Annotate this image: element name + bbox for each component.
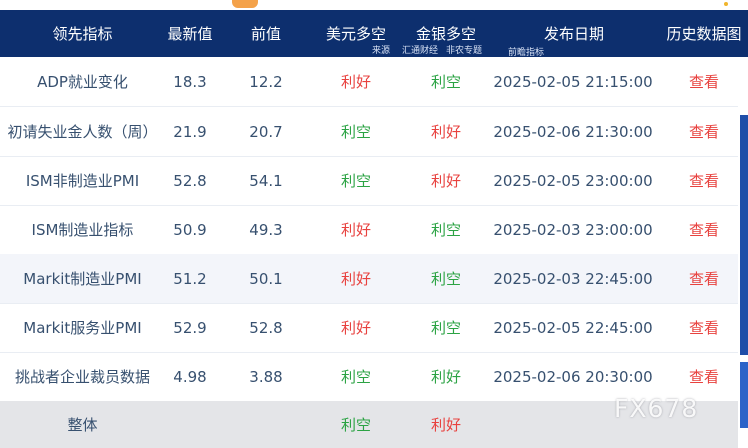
latest-value: 18.3 [173,72,207,91]
gold-bias: 利好 [430,368,461,386]
header-indicator: 领先指标 [52,25,113,43]
view-history-link[interactable]: 查看 [660,156,748,205]
gold-bias: 利空 [430,319,461,337]
side-decoration [738,57,748,448]
usd-bias: 利好 [340,319,371,337]
view-history-link[interactable]: 查看 [660,205,748,254]
previous-value: 12.2 [249,72,283,91]
source-label: 来源 [372,46,391,56]
decorative-mark [232,0,258,8]
usd-bias: 利空 [340,172,371,190]
view-history-link[interactable]: 查看 [660,303,748,352]
summary-label: 整体 [67,416,98,434]
release-date: 2025-02-03 22:45:00 [493,269,653,288]
header-latest: 最新值 [167,25,213,43]
header-history-chart: 历史数据图 [666,25,742,43]
table-row: Markit制造业PMI 51.2 50.1 利好 利空 2025-02-03 … [0,254,738,304]
indicator-name: ADP就业变化 [37,73,128,91]
usd-bias: 利好 [340,270,371,288]
release-date: 2025-02-05 22:45:00 [493,318,653,337]
indicator-name: ISM制造业指标 [31,221,134,239]
latest-value: 51.2 [173,269,207,288]
view-history-link[interactable]: 查看 [660,107,748,156]
decorative-dot [724,2,728,6]
gold-bias: 利好 [430,172,461,190]
usd-bias: 利空 [340,123,371,141]
indicator-name: Markit服务业PMI [23,319,142,337]
summary-gold-bias: 利好 [430,416,461,434]
source-link-feinong[interactable]: 非农专题 [446,43,482,56]
indicator-name: 挑战者企业裁员数据 [14,368,150,386]
usd-bias: 利好 [340,221,371,239]
watermark: FX678 [614,394,699,423]
usd-bias: 利空 [340,368,371,386]
previous-value: 54.1 [249,171,283,190]
decorative-bar [740,115,748,355]
previous-value: 20.7 [249,122,283,141]
source-link-huitong[interactable]: 汇通财经 [402,43,438,56]
latest-value: 50.9 [173,220,207,239]
top-strip [0,0,748,10]
release-date: 2025-02-05 23:00:00 [493,171,653,190]
summary-usd-bias: 利空 [340,416,371,434]
table-row: ADP就业变化 18.3 12.2 利好 利空 2025-02-05 21:15… [0,57,738,107]
header-previous: 前值 [250,25,281,43]
previous-value: 50.1 [249,269,283,288]
latest-value: 52.8 [173,171,207,190]
previous-value: 3.88 [249,367,283,386]
usd-bias: 利好 [340,73,371,91]
latest-value: 4.98 [173,367,207,386]
indicator-name: 初请失业金人数（周） [7,123,158,141]
gold-bias: 利好 [430,123,461,141]
previous-value: 49.3 [249,220,283,239]
latest-value: 21.9 [173,122,207,141]
indicator-name: Markit制造业PMI [23,270,142,288]
decorative-bar [740,362,748,428]
table-row: 初请失业金人数（周） 21.9 20.7 利空 利好 2025-02-06 21… [0,107,738,157]
gold-bias: 利空 [430,73,461,91]
release-date: 2025-02-05 21:15:00 [493,72,653,91]
previous-value: 52.8 [249,318,283,337]
release-date: 2025-02-03 23:00:00 [493,220,653,239]
table-row: ISM非制造业PMI 52.8 54.1 利空 利好 2025-02-05 23… [0,156,738,206]
table-row: ISM制造业指标 50.9 49.3 利好 利空 2025-02-03 23:0… [0,205,738,255]
release-date: 2025-02-06 21:30:00 [493,122,653,141]
gold-bias: 利空 [430,221,461,239]
gold-bias: 利空 [430,270,461,288]
table-row: Markit服务业PMI 52.9 52.8 利好 利空 2025-02-05 … [0,303,738,353]
view-history-link[interactable]: 查看 [660,254,748,303]
table-header: 领先指标 最新值 前值 美元多空 金银多空 发布日期 历史数据图 来源 汇通财经… [0,10,748,58]
indicator-name: ISM非制造业PMI [25,172,140,190]
view-history-link[interactable]: 查看 [660,57,748,106]
latest-value: 52.9 [173,318,207,337]
